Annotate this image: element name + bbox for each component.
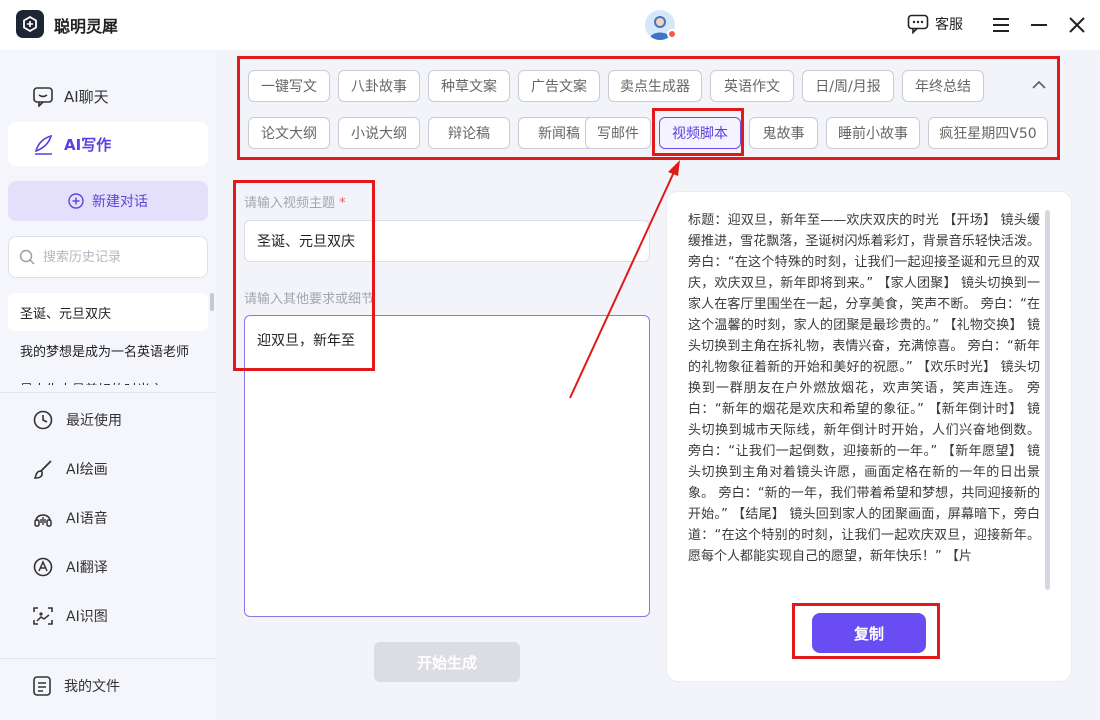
annotation-arrow [569, 160, 680, 399]
